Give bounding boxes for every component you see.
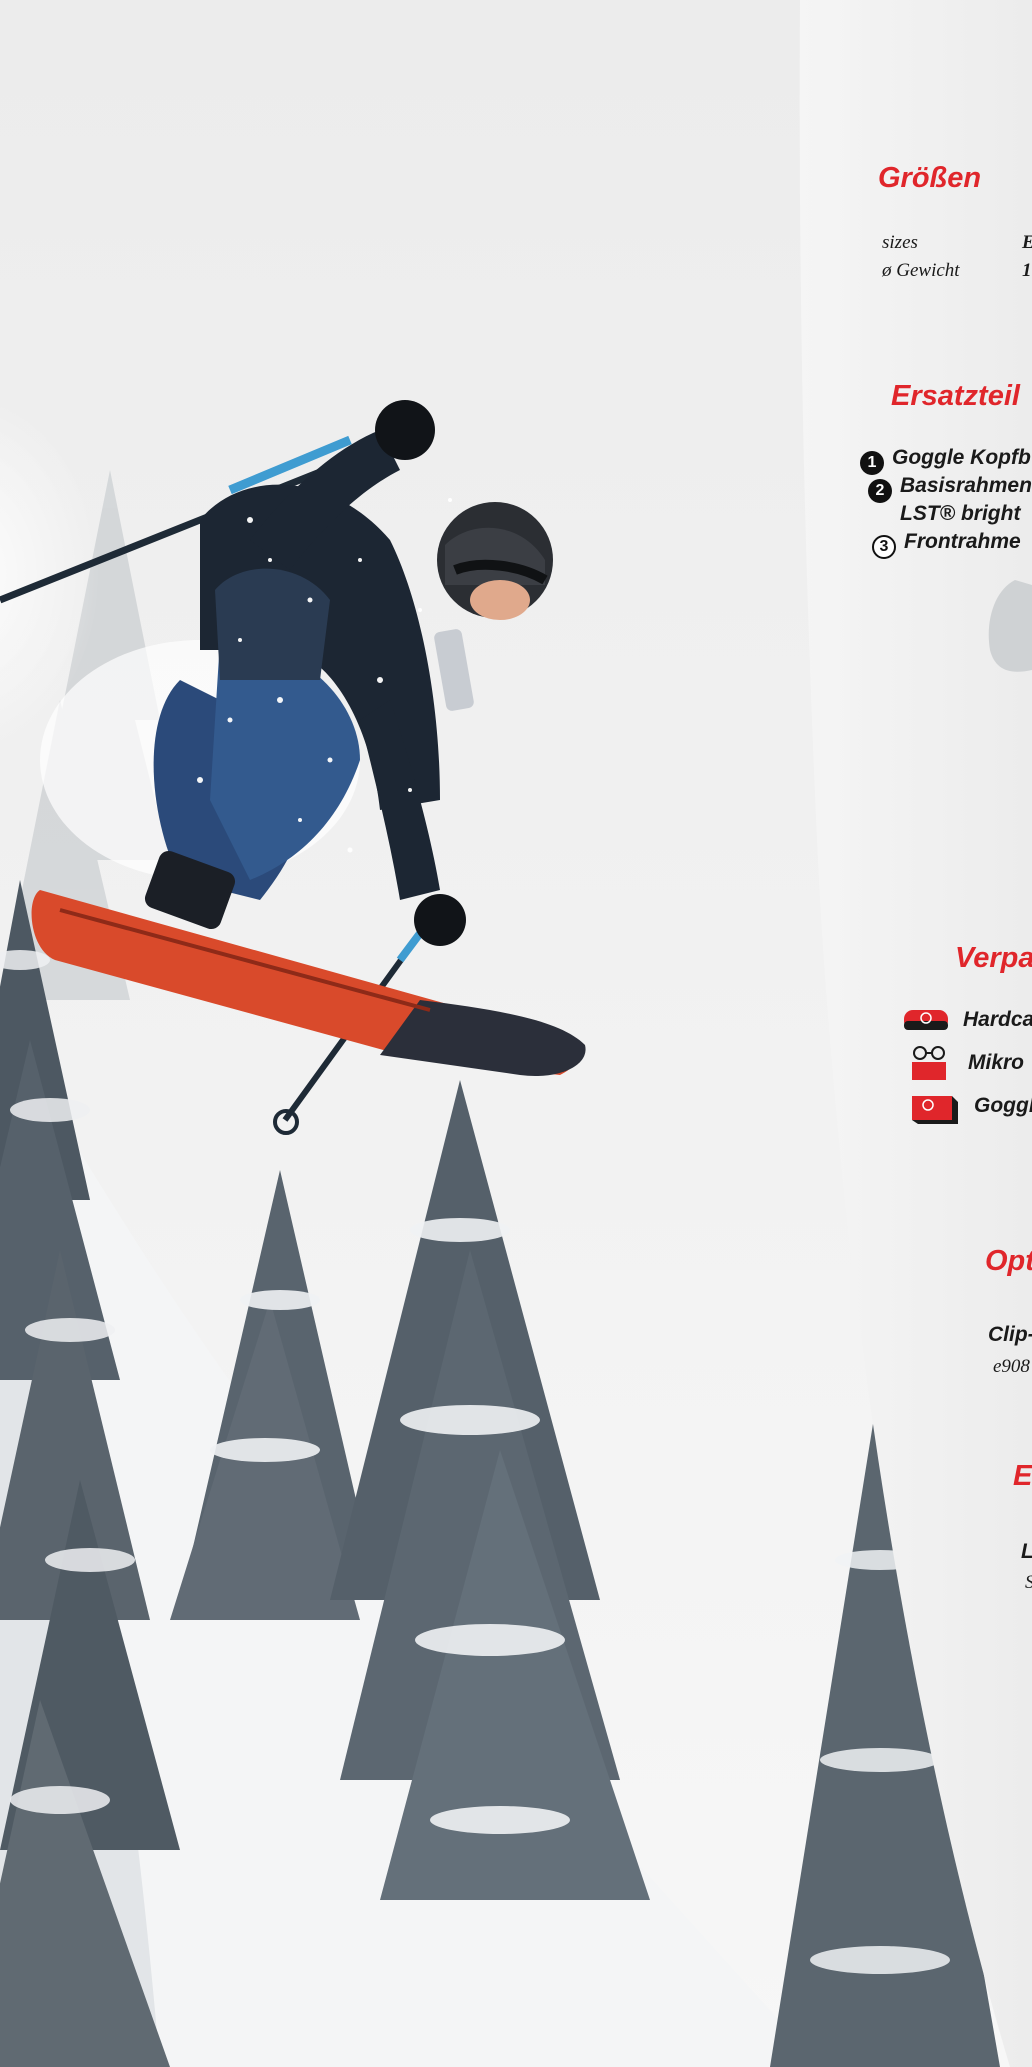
skier-photo (0, 0, 1032, 2067)
